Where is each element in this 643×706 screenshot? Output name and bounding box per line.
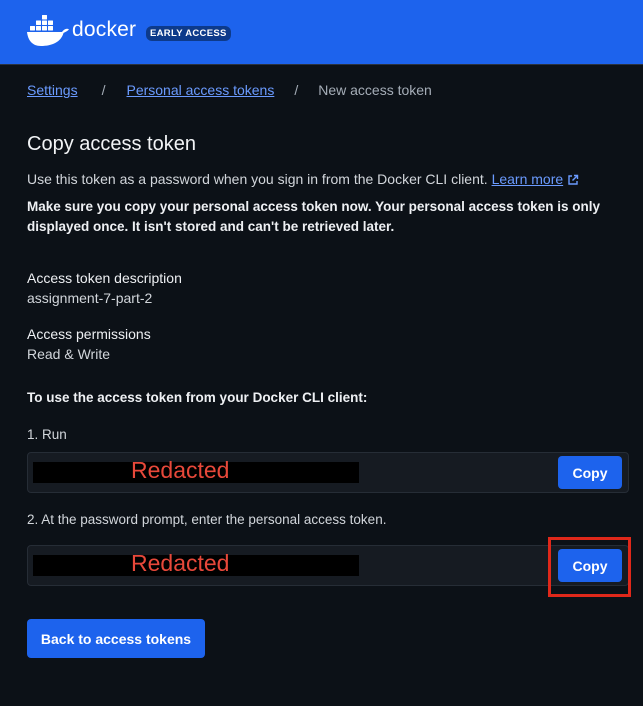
intro-text: Use this token as a password when you si… [27, 171, 579, 187]
learn-more-link[interactable]: Learn more [492, 171, 580, 187]
token-box[interactable]: Redacted Copy [27, 545, 629, 586]
breadcrumb-current: New access token [318, 82, 432, 98]
copy-warning: Make sure you copy your personal access … [27, 199, 600, 234]
description-label: Access token description [27, 270, 182, 286]
redacted-label: Redacted [131, 457, 230, 483]
highlight-box [548, 537, 631, 597]
permissions-value: Read & Write [27, 346, 110, 362]
docker-whale-icon[interactable] [26, 12, 70, 48]
intro-sentence: Use this token as a password when you si… [27, 171, 488, 187]
early-access-badge: EARLY ACCESS [146, 26, 231, 41]
top-bar: docker EARLY ACCESS [0, 0, 643, 65]
step-1-label: 1. Run [27, 427, 67, 442]
page-title: Copy access token [27, 133, 196, 155]
breadcrumb-separator: / [101, 82, 106, 98]
breadcrumb-personal-access-tokens-link[interactable]: Personal access tokens [126, 82, 274, 98]
back-to-access-tokens-button[interactable]: Back to access tokens [27, 619, 205, 658]
step-2-label: 2. At the password prompt, enter the per… [27, 512, 387, 527]
breadcrumb-separator: / [294, 82, 299, 98]
redacted-label: Redacted [131, 550, 230, 576]
learn-more-label: Learn more [491, 171, 564, 187]
description-value: assignment-7-part-2 [27, 290, 153, 306]
external-link-icon [568, 174, 579, 185]
copy-command-button[interactable]: Copy [558, 456, 622, 489]
breadcrumb-settings-link[interactable]: Settings [27, 82, 78, 98]
login-command-box[interactable]: Redacted Copy [27, 452, 629, 493]
brand-name[interactable]: docker [72, 18, 136, 42]
instructions-heading: To use the access token from your Docker… [27, 390, 368, 405]
breadcrumb: Settings / Personal access tokens / New acce… [27, 82, 432, 98]
permissions-label: Access permissions [27, 326, 151, 342]
